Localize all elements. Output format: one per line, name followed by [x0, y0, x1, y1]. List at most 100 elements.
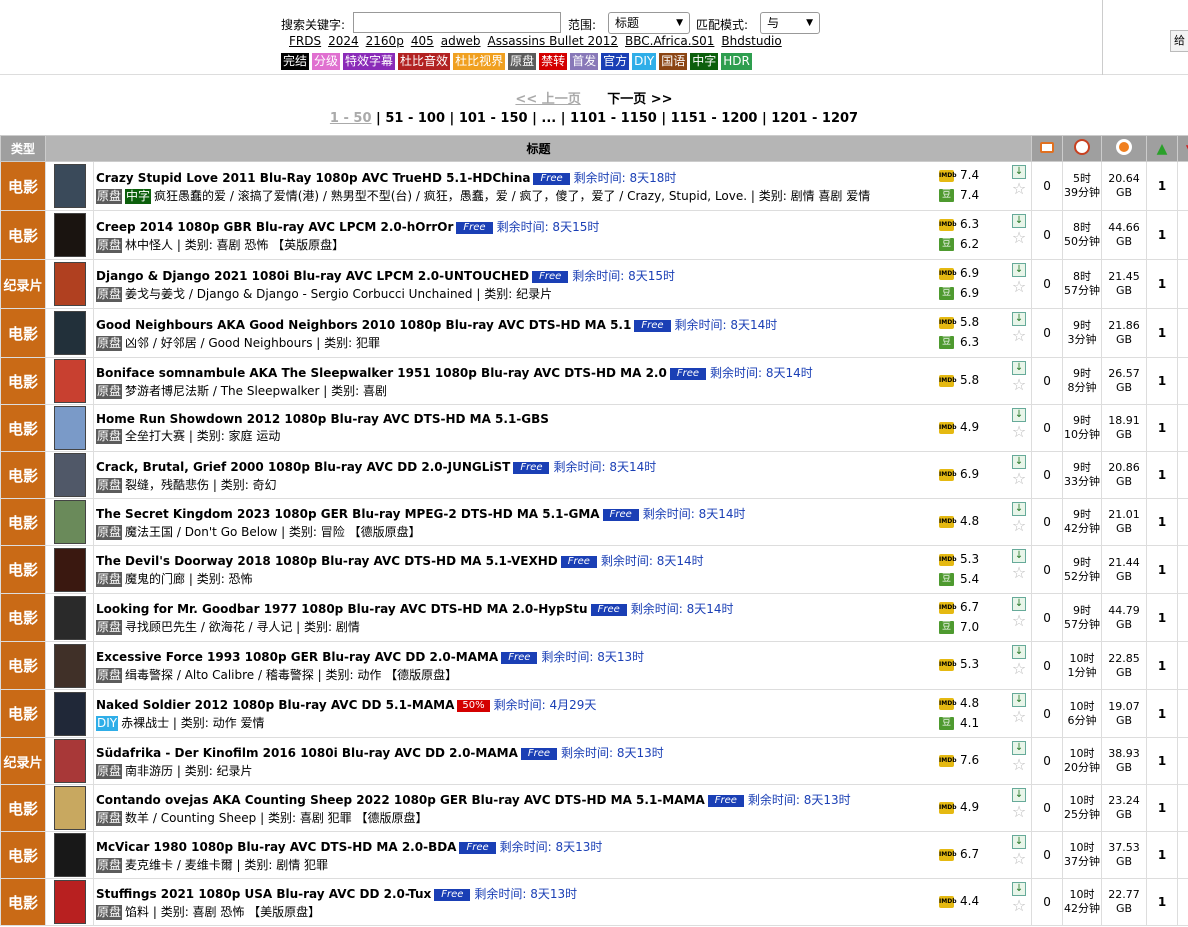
comments-count[interactable]: 0 [1031, 161, 1064, 211]
keyword-link[interactable]: 2024 [328, 34, 359, 48]
category-badge[interactable]: 电影 [0, 451, 46, 499]
search-input[interactable] [353, 12, 561, 33]
torrent-title-link[interactable]: Naked Soldier 2012 1080p Blu-ray AVC DD … [96, 698, 454, 712]
next-page-link[interactable]: 下一页 >> [607, 92, 672, 107]
tag-filter[interactable]: 完结 [281, 53, 310, 70]
table-row[interactable]: 纪录片 Südafrika - Der Kinofilm 2016 1080i … [0, 737, 1188, 785]
torrent-title-link[interactable]: Creep 2014 1080p GBR Blu-ray AVC LPCM 2.… [96, 220, 453, 234]
table-row[interactable]: 电影 Excessive Force 1993 1080p GER Blu-ra… [0, 641, 1188, 690]
table-row[interactable]: 电影 Naked Soldier 2012 1080p Blu-ray AVC … [0, 689, 1188, 738]
page-link[interactable]: 51 - 100 [385, 111, 445, 126]
category-badge[interactable]: 电影 [0, 831, 46, 879]
category-badge[interactable]: 电影 [0, 210, 46, 260]
bookmark-star-icon[interactable]: ☆ [1010, 518, 1028, 534]
tag-filter[interactable]: 杜比音效 [398, 53, 451, 70]
category-badge[interactable]: 电影 [0, 593, 46, 642]
category-badge[interactable]: 电影 [0, 689, 46, 738]
category-badge[interactable]: 纪录片 [0, 737, 46, 785]
torrent-title-link[interactable]: Crazy Stupid Love 2011 Blu-Ray 1080p AVC… [96, 171, 530, 185]
seeders-count[interactable]: 1 [1146, 641, 1179, 690]
seeders-count[interactable]: 1 [1146, 831, 1179, 879]
page-link[interactable]: 1201 - 1207 [771, 111, 858, 126]
torrent-title-link[interactable]: Good Neighbours AKA Good Neighbors 2010 … [96, 318, 631, 332]
comments-count[interactable]: 0 [1031, 878, 1064, 926]
comments-count[interactable]: 0 [1031, 831, 1064, 879]
download-icon[interactable]: ↓ [1012, 361, 1027, 375]
download-icon[interactable]: ↓ [1012, 645, 1027, 659]
bookmark-star-icon[interactable]: ☆ [1010, 709, 1028, 725]
page-link[interactable]: 1151 - 1200 [671, 111, 758, 126]
tag-filter[interactable]: 官方 [601, 53, 630, 70]
seeders-count[interactable]: 1 [1146, 784, 1179, 832]
tag-filter[interactable]: DIY [632, 53, 657, 70]
table-row[interactable]: 电影 Stuffings 2021 1080p USA Blu-ray AVC … [0, 878, 1188, 926]
torrent-title-link[interactable]: Stuffings 2021 1080p USA Blu-ray AVC DD … [96, 887, 431, 901]
poster-thumbnail[interactable] [53, 833, 86, 877]
poster-thumbnail[interactable] [53, 262, 86, 306]
torrent-title-link[interactable]: Südafrika - Der Kinofilm 2016 1080i Blu-… [96, 746, 518, 760]
torrent-title-link[interactable]: McVicar 1980 1080p Blu-ray AVC DTS-HD MA… [96, 840, 456, 854]
keyword-link[interactable]: FRDS [289, 34, 321, 48]
keyword-link[interactable]: 405 [411, 34, 434, 48]
download-icon[interactable]: ↓ [1012, 165, 1027, 179]
download-icon[interactable]: ↓ [1012, 741, 1027, 755]
download-icon[interactable]: ↓ [1012, 312, 1027, 326]
bookmark-star-icon[interactable]: ☆ [1010, 328, 1028, 344]
download-icon[interactable]: ↓ [1012, 835, 1027, 849]
download-icon[interactable]: ↓ [1012, 549, 1027, 563]
seeders-count[interactable]: 1 [1146, 737, 1179, 785]
torrent-title-link[interactable]: The Secret Kingdom 2023 1080p GER Blu-ra… [96, 507, 600, 521]
torrent-title-link[interactable]: Contando ovejas AKA Counting Sheep 2022 … [96, 793, 705, 807]
poster-thumbnail[interactable] [53, 500, 86, 544]
col-size-header[interactable] [1101, 135, 1148, 162]
table-row[interactable]: 电影 The Secret Kingdom 2023 1080p GER Blu… [0, 498, 1188, 546]
download-icon[interactable]: ↓ [1012, 788, 1027, 802]
col-title-header[interactable]: 标题 [44, 135, 1033, 162]
col-time-header[interactable] [1062, 135, 1103, 162]
seeders-count[interactable]: 1 [1146, 689, 1179, 738]
download-icon[interactable]: ↓ [1012, 502, 1027, 516]
category-badge[interactable]: 电影 [0, 308, 46, 358]
download-icon[interactable]: ↓ [1012, 597, 1027, 611]
poster-thumbnail[interactable] [53, 643, 86, 688]
bookmark-star-icon[interactable]: ☆ [1010, 757, 1028, 773]
download-icon[interactable]: ↓ [1012, 882, 1027, 896]
category-badge[interactable]: 电影 [0, 641, 46, 690]
category-badge[interactable]: 电影 [0, 357, 46, 405]
bookmark-star-icon[interactable]: ☆ [1010, 377, 1028, 393]
comments-count[interactable]: 0 [1031, 404, 1064, 452]
tag-filter[interactable]: 国语 [659, 53, 688, 70]
seeders-count[interactable]: 1 [1146, 357, 1179, 405]
tag-filter[interactable]: 禁转 [539, 53, 568, 70]
match-mode-select[interactable]: 与 ▼ [760, 12, 820, 34]
poster-thumbnail[interactable] [53, 453, 86, 497]
col-comments-header[interactable] [1031, 135, 1064, 162]
tag-filter[interactable]: 特效字幕 [343, 53, 396, 70]
torrent-title-link[interactable]: Home Run Showdown 2012 1080p Blu-ray AVC… [96, 412, 549, 426]
bookmark-star-icon[interactable]: ☆ [1010, 613, 1028, 629]
download-icon[interactable]: ↓ [1012, 214, 1027, 228]
comments-count[interactable]: 0 [1031, 259, 1064, 309]
poster-thumbnail[interactable] [53, 164, 86, 208]
torrent-title-link[interactable]: Django & Django 2021 1080i Blu-ray AVC L… [96, 269, 529, 283]
bookmark-star-icon[interactable]: ☆ [1010, 804, 1028, 820]
poster-thumbnail[interactable] [53, 786, 86, 830]
keyword-link[interactable]: BBC.Africa.S01 [625, 34, 714, 48]
poster-thumbnail[interactable] [53, 739, 86, 783]
category-badge[interactable]: 电影 [0, 404, 46, 452]
poster-thumbnail[interactable] [53, 547, 86, 592]
table-row[interactable]: 电影 Creep 2014 1080p GBR Blu-ray AVC LPCM… [0, 210, 1188, 260]
keyword-link[interactable]: adweb [441, 34, 481, 48]
poster-thumbnail[interactable] [53, 359, 86, 403]
table-row[interactable]: 电影 Boniface somnambule AKA The Sleepwalk… [0, 357, 1188, 405]
comments-count[interactable]: 0 [1031, 210, 1064, 260]
download-icon[interactable]: ↓ [1012, 455, 1027, 469]
poster-thumbnail[interactable] [53, 213, 86, 257]
table-row[interactable]: 电影 Home Run Showdown 2012 1080p Blu-ray … [0, 404, 1188, 452]
page-link[interactable]: 101 - 150 [459, 111, 528, 126]
tag-filter[interactable]: 中字 [690, 53, 719, 70]
seeders-count[interactable]: 1 [1146, 259, 1179, 309]
comments-count[interactable]: 0 [1031, 357, 1064, 405]
bookmark-star-icon[interactable]: ☆ [1010, 424, 1028, 440]
seeders-count[interactable]: 1 [1146, 210, 1179, 260]
